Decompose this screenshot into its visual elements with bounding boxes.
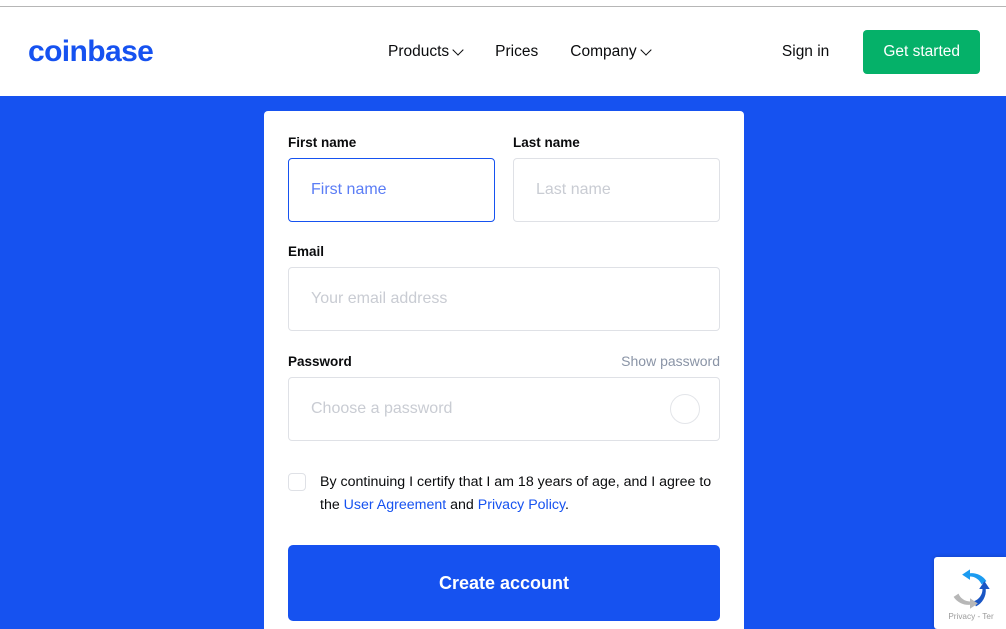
last-name-group: Last name [513, 135, 720, 222]
nav-item-products-label: Products [388, 43, 450, 60]
password-strength-circle-icon [670, 394, 700, 424]
nav-item-prices-label: Prices [495, 43, 539, 60]
user-agreement-link[interactable]: User Agreement [344, 497, 447, 513]
terms-checkbox[interactable] [288, 473, 306, 491]
name-row: First name Last name [288, 135, 720, 222]
recaptcha-links[interactable]: Privacy - Ter [946, 612, 993, 621]
chevron-down-icon [642, 46, 651, 55]
sign-in-link[interactable]: Sign in [782, 43, 829, 61]
first-name-group: First name [288, 135, 495, 222]
get-started-button[interactable]: Get started [863, 30, 980, 74]
create-account-button[interactable]: Create account [288, 545, 720, 621]
nav-item-company[interactable]: Company [570, 43, 650, 61]
signup-card: First name Last name Email Password Show… [264, 111, 744, 629]
password-input[interactable] [288, 377, 720, 441]
last-name-label: Last name [513, 135, 580, 150]
header-actions: Sign in Get started [782, 30, 980, 74]
terms-row: By continuing I certify that I am 18 yea… [288, 471, 720, 517]
recaptcha-badge[interactable]: Privacy - Ter [934, 557, 1006, 629]
nav-item-prices[interactable]: Prices [495, 43, 538, 61]
last-name-input[interactable] [513, 158, 720, 222]
first-name-label: First name [288, 135, 357, 150]
nav-item-products[interactable]: Products [388, 43, 463, 61]
chevron-down-icon [454, 46, 463, 55]
privacy-policy-link[interactable]: Privacy Policy [478, 497, 565, 513]
password-group: Password Show password [288, 353, 720, 441]
password-header: Password Show password [288, 353, 720, 369]
nav-item-company-label: Company [570, 43, 637, 60]
coinbase-logo[interactable]: coinbase [28, 37, 154, 67]
email-group: Email [288, 244, 720, 331]
recaptcha-icon [953, 568, 990, 609]
site-header: coinbase Products Prices Company Sign in… [0, 8, 1006, 96]
email-input[interactable] [288, 267, 720, 331]
terms-text-part-3: . [565, 497, 569, 513]
browser-chrome-edge [0, 0, 1006, 7]
terms-text: By continuing I certify that I am 18 yea… [320, 471, 720, 517]
password-label: Password [288, 354, 352, 369]
show-password-toggle[interactable]: Show password [621, 353, 720, 369]
terms-text-part-2: and [446, 497, 478, 513]
first-name-input[interactable] [288, 158, 495, 222]
main-navigation: Products Prices Company [388, 43, 651, 61]
password-input-wrapper [288, 377, 720, 441]
email-label: Email [288, 244, 325, 259]
